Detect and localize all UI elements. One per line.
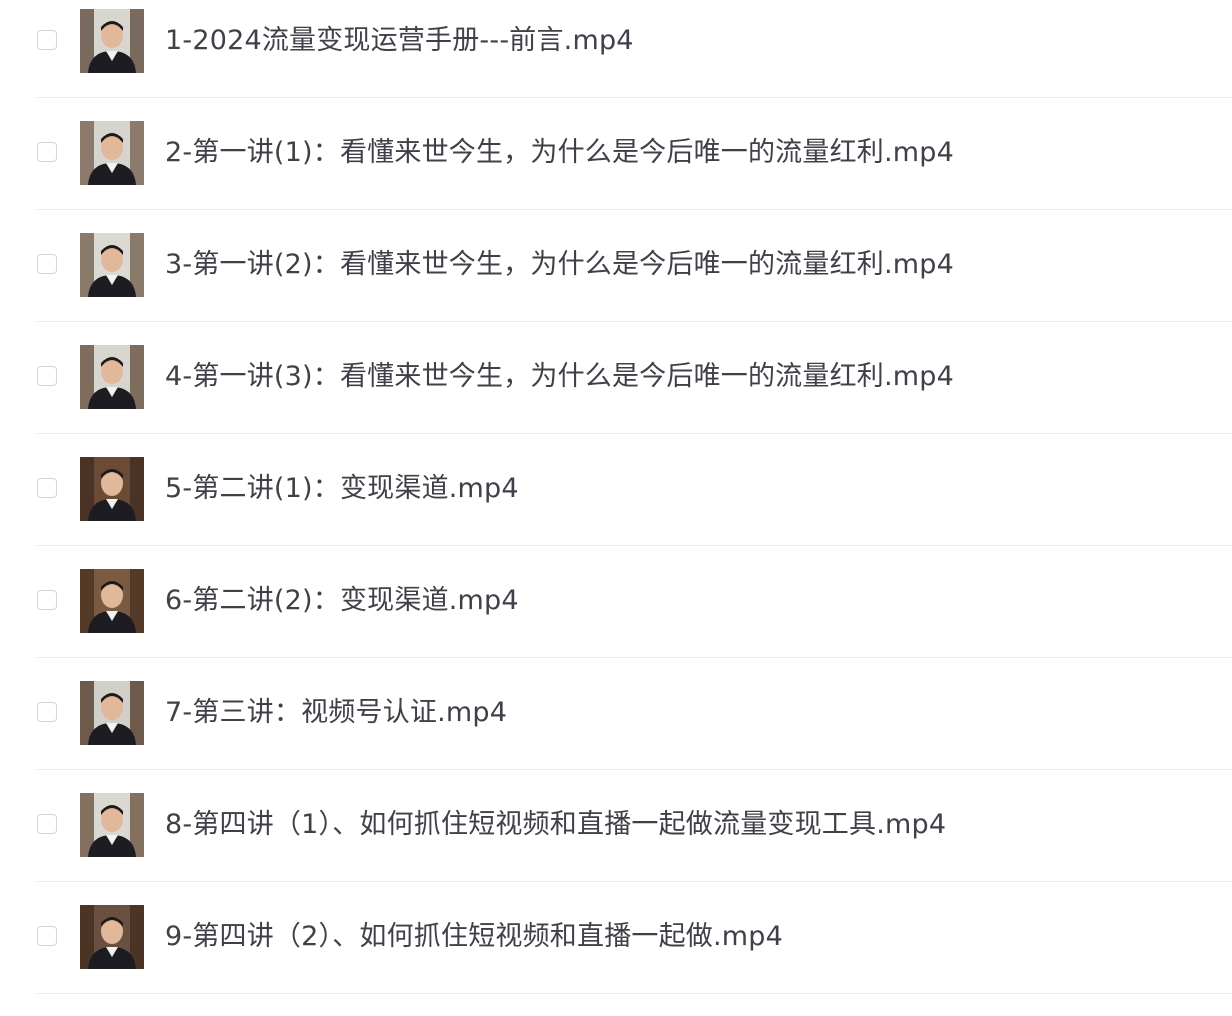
checkbox-icon[interactable] [37,366,57,386]
checkbox-icon[interactable] [37,926,57,946]
file-name[interactable]: 1-2024流量变现运营手册---前言.mp4 [165,24,634,58]
video-thumbnail[interactable] [80,793,144,857]
video-thumbnail[interactable] [80,569,144,633]
video-thumbnail[interactable] [80,345,144,409]
checkbox-icon[interactable] [37,814,57,834]
file-row[interactable]: 1-2024流量变现运营手册---前言.mp4 [36,0,1232,98]
file-name[interactable]: 7-第三讲：视频号认证.mp4 [165,696,507,730]
file-row[interactable]: 8-第四讲（1）、如何抓住短视频和直播一起做流量变现工具.mp4 [36,770,1232,882]
file-row[interactable]: 2-第一讲(1)：看懂来世今生，为什么是今后唯一的流量红利.mp4 [36,98,1232,210]
video-thumbnail[interactable] [80,121,144,185]
file-row[interactable]: 3-第一讲(2)：看懂来世今生，为什么是今后唯一的流量红利.mp4 [36,210,1232,322]
file-list: 1-2024流量变现运营手册---前言.mp4 2-第一讲(1)：看懂来世今生，为… [0,0,1232,1016]
checkbox-icon[interactable] [37,478,57,498]
video-thumbnail[interactable] [80,233,144,297]
file-row[interactable]: 7-第三讲：视频号认证.mp4 [36,658,1232,770]
checkbox-icon[interactable] [37,702,57,722]
file-row[interactable]: 9-第四讲（2）、如何抓住短视频和直播一起做.mp4 [36,882,1232,994]
file-name[interactable]: 9-第四讲（2）、如何抓住短视频和直播一起做.mp4 [165,920,783,954]
checkbox-icon[interactable] [37,30,57,50]
file-name[interactable]: 8-第四讲（1）、如何抓住短视频和直播一起做流量变现工具.mp4 [165,808,946,842]
file-name[interactable]: 3-第一讲(2)：看懂来世今生，为什么是今后唯一的流量红利.mp4 [165,248,954,282]
file-row[interactable]: 6-第二讲(2)：变现渠道.mp4 [36,546,1232,658]
video-thumbnail[interactable] [80,457,144,521]
checkbox-icon[interactable] [37,590,57,610]
file-row[interactable]: 4-第一讲(3)：看懂来世今生，为什么是今后唯一的流量红利.mp4 [36,322,1232,434]
checkbox-icon[interactable] [37,142,57,162]
file-row[interactable]: 5-第二讲(1)：变现渠道.mp4 [36,434,1232,546]
video-thumbnail[interactable] [80,681,144,745]
file-name[interactable]: 2-第一讲(1)：看懂来世今生，为什么是今后唯一的流量红利.mp4 [165,136,954,170]
file-name[interactable]: 5-第二讲(1)：变现渠道.mp4 [165,472,519,506]
video-thumbnail[interactable] [80,9,144,73]
video-thumbnail[interactable] [80,905,144,969]
file-name[interactable]: 6-第二讲(2)：变现渠道.mp4 [165,584,519,618]
file-name[interactable]: 4-第一讲(3)：看懂来世今生，为什么是今后唯一的流量红利.mp4 [165,360,954,394]
checkbox-icon[interactable] [37,254,57,274]
